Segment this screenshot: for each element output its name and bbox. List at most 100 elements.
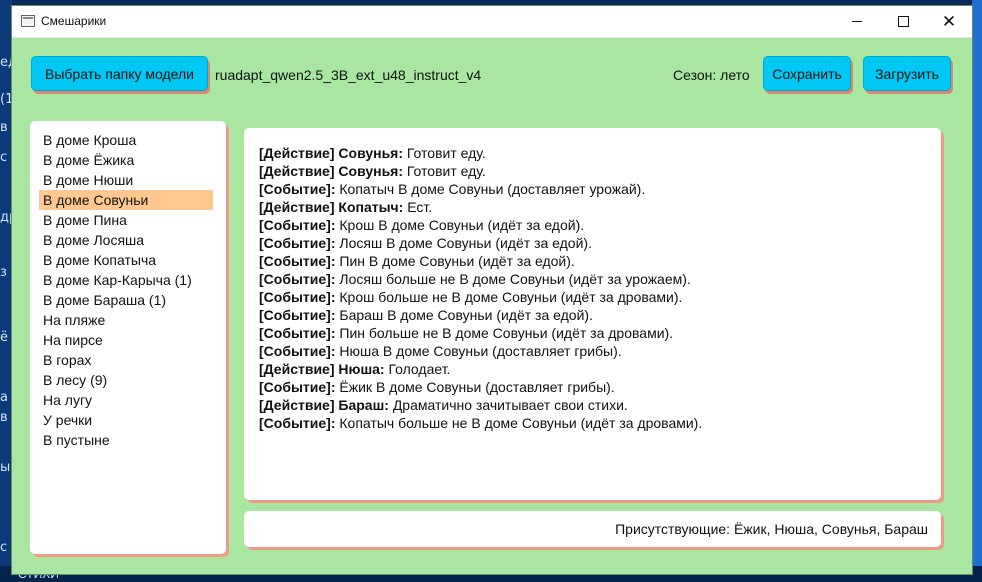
log-tag: [Событие]: <box>259 289 336 305</box>
location-item[interactable]: У речки <box>39 410 213 430</box>
log-line: [Событие]: Пин В доме Совуньи (идёт за е… <box>259 252 941 270</box>
desktop-left-text: в <box>0 410 8 425</box>
desktop-left-text: в <box>0 120 8 135</box>
log-actor: Копатыч: <box>338 199 404 215</box>
log-text: Готовит еду. <box>403 145 486 161</box>
log-text: Ёжик В доме Совуньи (доставляет грибы). <box>335 379 615 395</box>
app-window-icon <box>21 15 35 27</box>
log-line: [Событие]: Лосяш В доме Совуньи (идёт за… <box>259 234 941 252</box>
log-text: Пин В доме Совуньи (идёт за едой). <box>335 253 575 269</box>
location-item[interactable]: На лугу <box>39 390 213 410</box>
log-text: Копатыч В доме Совуньи (доставляет урожа… <box>335 181 646 197</box>
season-label: Сезон: лето <box>673 67 750 83</box>
log-text: Крош В доме Совуньи (идёт за едой). <box>335 217 585 233</box>
minimize-icon <box>852 21 862 22</box>
location-item[interactable]: В доме Кар-Карыча (1) <box>39 270 213 290</box>
log-text: Лосяш В доме Совуньи (идёт за едой). <box>335 235 592 251</box>
location-item[interactable]: В пустыне <box>39 430 213 450</box>
load-button[interactable]: Загрузить <box>863 56 951 91</box>
minimize-button[interactable] <box>834 6 880 37</box>
location-item[interactable]: В лесу (9) <box>39 370 213 390</box>
log-actor: Нюша: <box>338 361 385 377</box>
location-item[interactable]: На пляже <box>39 310 213 330</box>
log-actor: Бараш: <box>338 397 389 413</box>
desktop-left-text: ед <box>0 55 12 70</box>
desktop-left-text: с <box>0 540 8 555</box>
log-line: [Действие] Совунья: Готовит еду. <box>259 144 941 162</box>
window-title: Смешарики <box>41 14 107 28</box>
desktop-background-left: ед(1)всдрзёавыс <box>0 0 12 582</box>
location-item[interactable]: В доме Лосяша <box>39 230 213 250</box>
log-line: [Действие] Копатыч: Ест. <box>259 198 941 216</box>
log-tag: [Событие]: <box>259 415 336 431</box>
log-text: Ест. <box>403 199 433 215</box>
log-line: [Событие]: Лосяш больше не В доме Совунь… <box>259 270 941 288</box>
log-line: [Действие] Бараш: Драматично зачитывает … <box>259 396 941 414</box>
event-log: [Действие] Совунья: Готовит еду. [Действи… <box>244 128 941 500</box>
locations-list[interactable]: В доме Кроша В доме Ёжика В доме Нюши В дом… <box>30 121 226 554</box>
app-window: Смешарики ✕ Выбрать папку модели ruadapt… <box>12 6 972 574</box>
log-tag: [Событие]: <box>259 217 336 233</box>
maximize-button[interactable] <box>880 6 926 37</box>
location-item[interactable]: В доме Кроша <box>39 130 213 150</box>
log-text: Копатыч больше не В доме Совуньи (идёт з… <box>335 415 703 431</box>
log-tag: [Действие] <box>259 199 335 215</box>
log-tag: [Событие]: <box>259 235 336 251</box>
log-tag: [Событие]: <box>259 253 336 269</box>
desktop-left-text: с <box>0 150 8 165</box>
log-tag: [Событие]: <box>259 271 336 287</box>
log-text: Нюша В доме Совуньи (доставляет грибы). <box>335 343 622 359</box>
desktop-left-text: з <box>0 265 7 280</box>
desktop-left-text: а <box>0 390 8 405</box>
model-name-label: ruadapt_qwen2.5_3B_ext_u48_instruct_v4 <box>215 67 482 83</box>
log-tag: [Действие] <box>259 397 335 413</box>
log-text: Голодает. <box>384 361 451 377</box>
log-text: Пин больше не В доме Совуньи (идёт за др… <box>335 325 674 341</box>
close-button[interactable]: ✕ <box>926 6 972 37</box>
location-item[interactable]: В доме Пина <box>39 210 213 230</box>
location-item[interactable]: В доме Совуньи <box>39 190 213 210</box>
log-line: [Действие] Нюша: Голодает. <box>259 360 941 378</box>
log-actor: Совунья: <box>338 145 404 161</box>
location-item[interactable]: В доме Ёжика <box>39 150 213 170</box>
location-item[interactable]: На пирсе <box>39 330 213 350</box>
log-line: [Событие]: Крош больше не В доме Совуньи… <box>259 288 941 306</box>
log-text: Драматично зачитывает свои стихи. <box>388 397 628 413</box>
log-line: [Событие]: Копатыч В доме Совуньи (доста… <box>259 180 941 198</box>
desktop-background-right <box>972 0 982 582</box>
present-characters-text: Присутствующие: Ёжик, Нюша, Совунья, Бар… <box>615 521 928 537</box>
location-item[interactable]: В горах <box>39 350 213 370</box>
present-characters-bar: Присутствующие: Ёжик, Нюша, Совунья, Бар… <box>244 511 941 547</box>
desktop-left-text: ё <box>0 330 8 345</box>
log-line: [Событие]: Нюша В доме Совуньи (доставля… <box>259 342 941 360</box>
location-item[interactable]: В доме Копатыча <box>39 250 213 270</box>
title-bar[interactable]: Смешарики ✕ <box>12 6 972 38</box>
log-line: [Событие]: Бараш В доме Совуньи (идёт за… <box>259 306 941 324</box>
log-text: Лосяш больше не В доме Совуньи (идёт за … <box>335 271 691 287</box>
log-text: Бараш В доме Совуньи (идёт за едой). <box>335 307 593 323</box>
log-tag: [Действие] <box>259 163 335 179</box>
close-icon: ✕ <box>941 12 957 31</box>
maximize-icon <box>897 16 909 27</box>
location-item[interactable]: В доме Бараша (1) <box>39 290 213 310</box>
log-tag: [Событие]: <box>259 343 336 359</box>
log-tag: [Событие]: <box>259 307 336 323</box>
log-line: [Событие]: Пин больше не В доме Совуньи … <box>259 324 941 342</box>
log-tag: [Действие] <box>259 145 335 161</box>
save-button[interactable]: Сохранить <box>763 56 851 91</box>
desktop-left-text: ы <box>0 460 11 475</box>
log-tag: [Событие]: <box>259 181 336 197</box>
desktop-left-text: (1) <box>0 92 12 107</box>
location-item[interactable]: В доме Нюши <box>39 170 213 190</box>
log-text: Крош больше не В доме Совуньи (идёт за д… <box>335 289 683 305</box>
choose-model-folder-button[interactable]: Выбрать папку модели <box>31 56 208 91</box>
log-line: [Событие]: Копатыч больше не В доме Сову… <box>259 414 941 432</box>
log-text: Готовит еду. <box>403 163 486 179</box>
log-line: [Действие] Совунья: Готовит еду. <box>259 162 941 180</box>
log-line: [Событие]: Ёжик В доме Совуньи (доставля… <box>259 378 941 396</box>
log-tag: [Событие]: <box>259 325 336 341</box>
log-tag: [Действие] <box>259 361 335 377</box>
log-actor: Совунья: <box>338 163 404 179</box>
desktop-left-text: др <box>0 210 12 225</box>
log-line: [Событие]: Крош В доме Совуньи (идёт за … <box>259 216 941 234</box>
